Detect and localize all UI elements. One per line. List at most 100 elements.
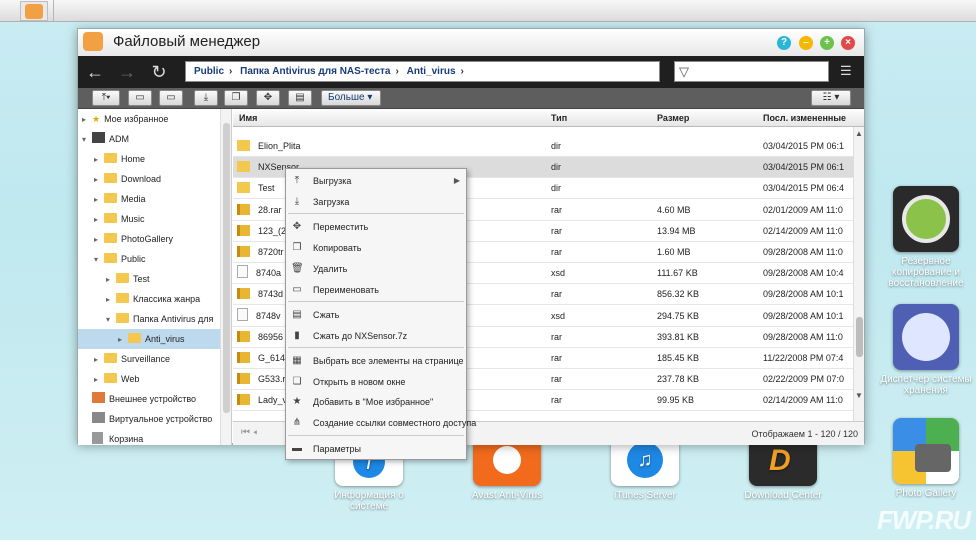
properties-button[interactable]: ▤ [288,90,312,106]
chevron-right-icon: › [229,66,233,77]
tree-item-home[interactable]: ▸ Home [78,149,220,169]
context-menu-item[interactable]: 🗑 Удалить [286,259,466,279]
breadcrumb: Public › Папка Antivirus для NAS-теста › A… [185,61,660,82]
context-menu-item[interactable]: ▦ Выбрать все элементы на странице [286,351,466,371]
chevron-up-icon[interactable]: ▲ [855,129,863,138]
context-menu-item[interactable]: ▭ Переименовать [286,280,466,300]
desktop-icon-label: Резервное копирование и восстановление [888,256,964,289]
tree-item-label: Home [121,154,146,164]
tree-item-external[interactable]: Внешнее устройство [78,389,220,409]
copy-icon: ❐ [292,242,302,253]
view-mode-button[interactable]: ☷ ▾ [811,90,851,106]
desktop-icon-backup[interactable]: Резервное копирование и восстановление [879,186,973,289]
minimize-button[interactable]: – [799,36,813,50]
download-button[interactable]: ⤓ [194,90,218,106]
tree-item-label: Корзина [109,434,144,444]
desktop-icon-download-center[interactable]: D Download Center [741,440,825,501]
close-button[interactable]: × [841,36,855,50]
tree-item-music[interactable]: ▸ Music [78,209,220,229]
desktop-icon-label: Диспетчер системы хранения [880,374,972,396]
maximize-button[interactable]: + [820,36,834,50]
tree-item-virtual[interactable]: Виртуальное устройство [78,409,220,429]
taskbar-file-manager-button[interactable] [20,1,48,21]
file-name: Lady_v [258,395,288,406]
tree-scrollbar[interactable] [220,109,231,445]
column-header-size[interactable]: Размер [657,113,689,123]
tree-item-label: Виртуальное устройство [109,414,213,424]
move-button[interactable]: ✥ [256,90,280,106]
scrollbar-thumb[interactable] [856,317,863,357]
tree-item-surveillance[interactable]: ▸ Surveillance [78,349,220,369]
back-button[interactable]: ← [84,61,106,83]
context-menu-item[interactable]: ⤓ Загрузка [286,192,466,212]
pager-first-icon[interactable]: ⏮ ◂ [241,427,257,438]
breadcrumb-item[interactable]: Папка Antivirus для NAS-теста [240,66,390,77]
tree-item-label: Surveillance [121,354,171,364]
more-button[interactable]: Больше ▾ [321,90,381,106]
archive-icon [237,203,250,215]
column-header-name[interactable]: Имя [239,113,257,123]
list-menu-icon[interactable]: ☰ [840,63,852,79]
filter-input[interactable]: ▽ [674,61,829,82]
menu-item-label: Сжать [313,310,340,320]
context-menu-item[interactable]: ⤒ Выгрузка ▶ [286,171,466,191]
refresh-button[interactable]: ↻ [148,61,170,83]
breadcrumb-item[interactable]: Anti_virus [407,66,456,77]
archive-icon [237,224,250,236]
tree-item-public[interactable]: ▾ Public [78,249,220,269]
context-menu-item[interactable]: ▮ Сжать до NXSensor.7z [286,326,466,346]
window-titlebar[interactable]: Файловый менеджер ? – + × [78,29,864,56]
file-name: G_614 [258,353,286,363]
desktop-icon-photo-gallery[interactable]: Photo Gallery [879,418,973,499]
tree-item-label: Media [121,194,146,204]
context-menu-item[interactable]: ▬ Параметры [286,439,466,459]
tree-item-favorites[interactable]: ▸ ★ Мое избранное [78,109,220,129]
desktop-icon-storage-manager[interactable]: Диспетчер системы хранения [879,304,973,396]
list-scrollbar[interactable]: ▲ ▼ [853,127,864,421]
tree-item-media[interactable]: ▸ Media [78,189,220,209]
menu-separator [288,435,464,436]
toolbar: ⤒▾ ▭ ▭ ⤓ ❐ ✥ ▤ Больше ▾ ☷ ▾ [78,88,864,109]
tree-item-adm[interactable]: ▾ ADM [78,129,220,149]
column-header-type[interactable]: Тип [551,113,567,123]
chevron-down-icon[interactable]: ▼ [855,391,863,400]
document-icon [237,307,248,321]
tree-item-antivirus-folder[interactable]: ▾ Папка Antivirus для [78,309,220,329]
tree-item-web[interactable]: ▸ Web [78,369,220,389]
file-type: rar [551,225,562,236]
context-menu-item[interactable]: ✥ Переместить [286,217,466,237]
folder-tree: ▸ ★ Мое избранное ▾ ADM ▸ Home ▸ Download ▸ Me… [78,109,232,445]
context-menu-item[interactable]: ❏ Открыть в новом окне [286,372,466,392]
folder-icon [104,193,117,203]
chevron-down-icon: ▾ [94,255,99,264]
list-header: Имя Тип Размер Посл. измененные [233,109,864,127]
table-row[interactable]: Elion_Plita dir 03/04/2015 PM 06:1 [233,136,853,157]
context-menu-item[interactable]: ❐ Копировать [286,238,466,258]
desktop-icon-avast[interactable]: Avast Anti-Virus [465,440,549,501]
scrollbar-thumb[interactable] [223,123,230,413]
tree-item-trash[interactable]: Корзина [78,429,220,445]
context-menu-item[interactable]: ▤ Сжать [286,305,466,325]
copy-button[interactable]: ❐ [224,90,248,106]
tree-item-download[interactable]: ▸ Download [78,169,220,189]
upload-button[interactable]: ⤒▾ [92,90,120,106]
new-folder-button[interactable]: ▭ [128,90,152,106]
folder-icon [104,173,117,183]
desktop-icon-itunes-server[interactable]: ♫ iTunes Server [603,440,687,501]
tree-item-anti-virus[interactable]: ▸ Anti_virus [78,329,220,349]
new-shared-folder-button[interactable]: ▭ [159,90,183,106]
tree-item-photogallery[interactable]: ▸ PhotoGallery [78,229,220,249]
help-button[interactable]: ? [777,36,791,50]
column-header-modified[interactable]: Посл. измененные [763,113,846,123]
context-menu-item[interactable]: ⋔ Создание ссылки совместного доступа [286,413,477,433]
forward-button[interactable]: → [116,61,138,83]
file-size: 1.60 MB [657,247,691,257]
tree-item-klassika[interactable]: ▸ Классика жанра [78,289,220,309]
context-menu-item[interactable]: ★ Добавить в "Мое избранное" [286,392,466,412]
file-size: 294.75 KB [657,310,700,321]
tree-item-label: Public [121,254,146,264]
tree-item-test[interactable]: ▸ Test [78,269,220,289]
star-icon: ★ [292,396,302,407]
breadcrumb-item[interactable]: Public [194,66,224,77]
file-name-cell: 86956 [237,327,283,348]
